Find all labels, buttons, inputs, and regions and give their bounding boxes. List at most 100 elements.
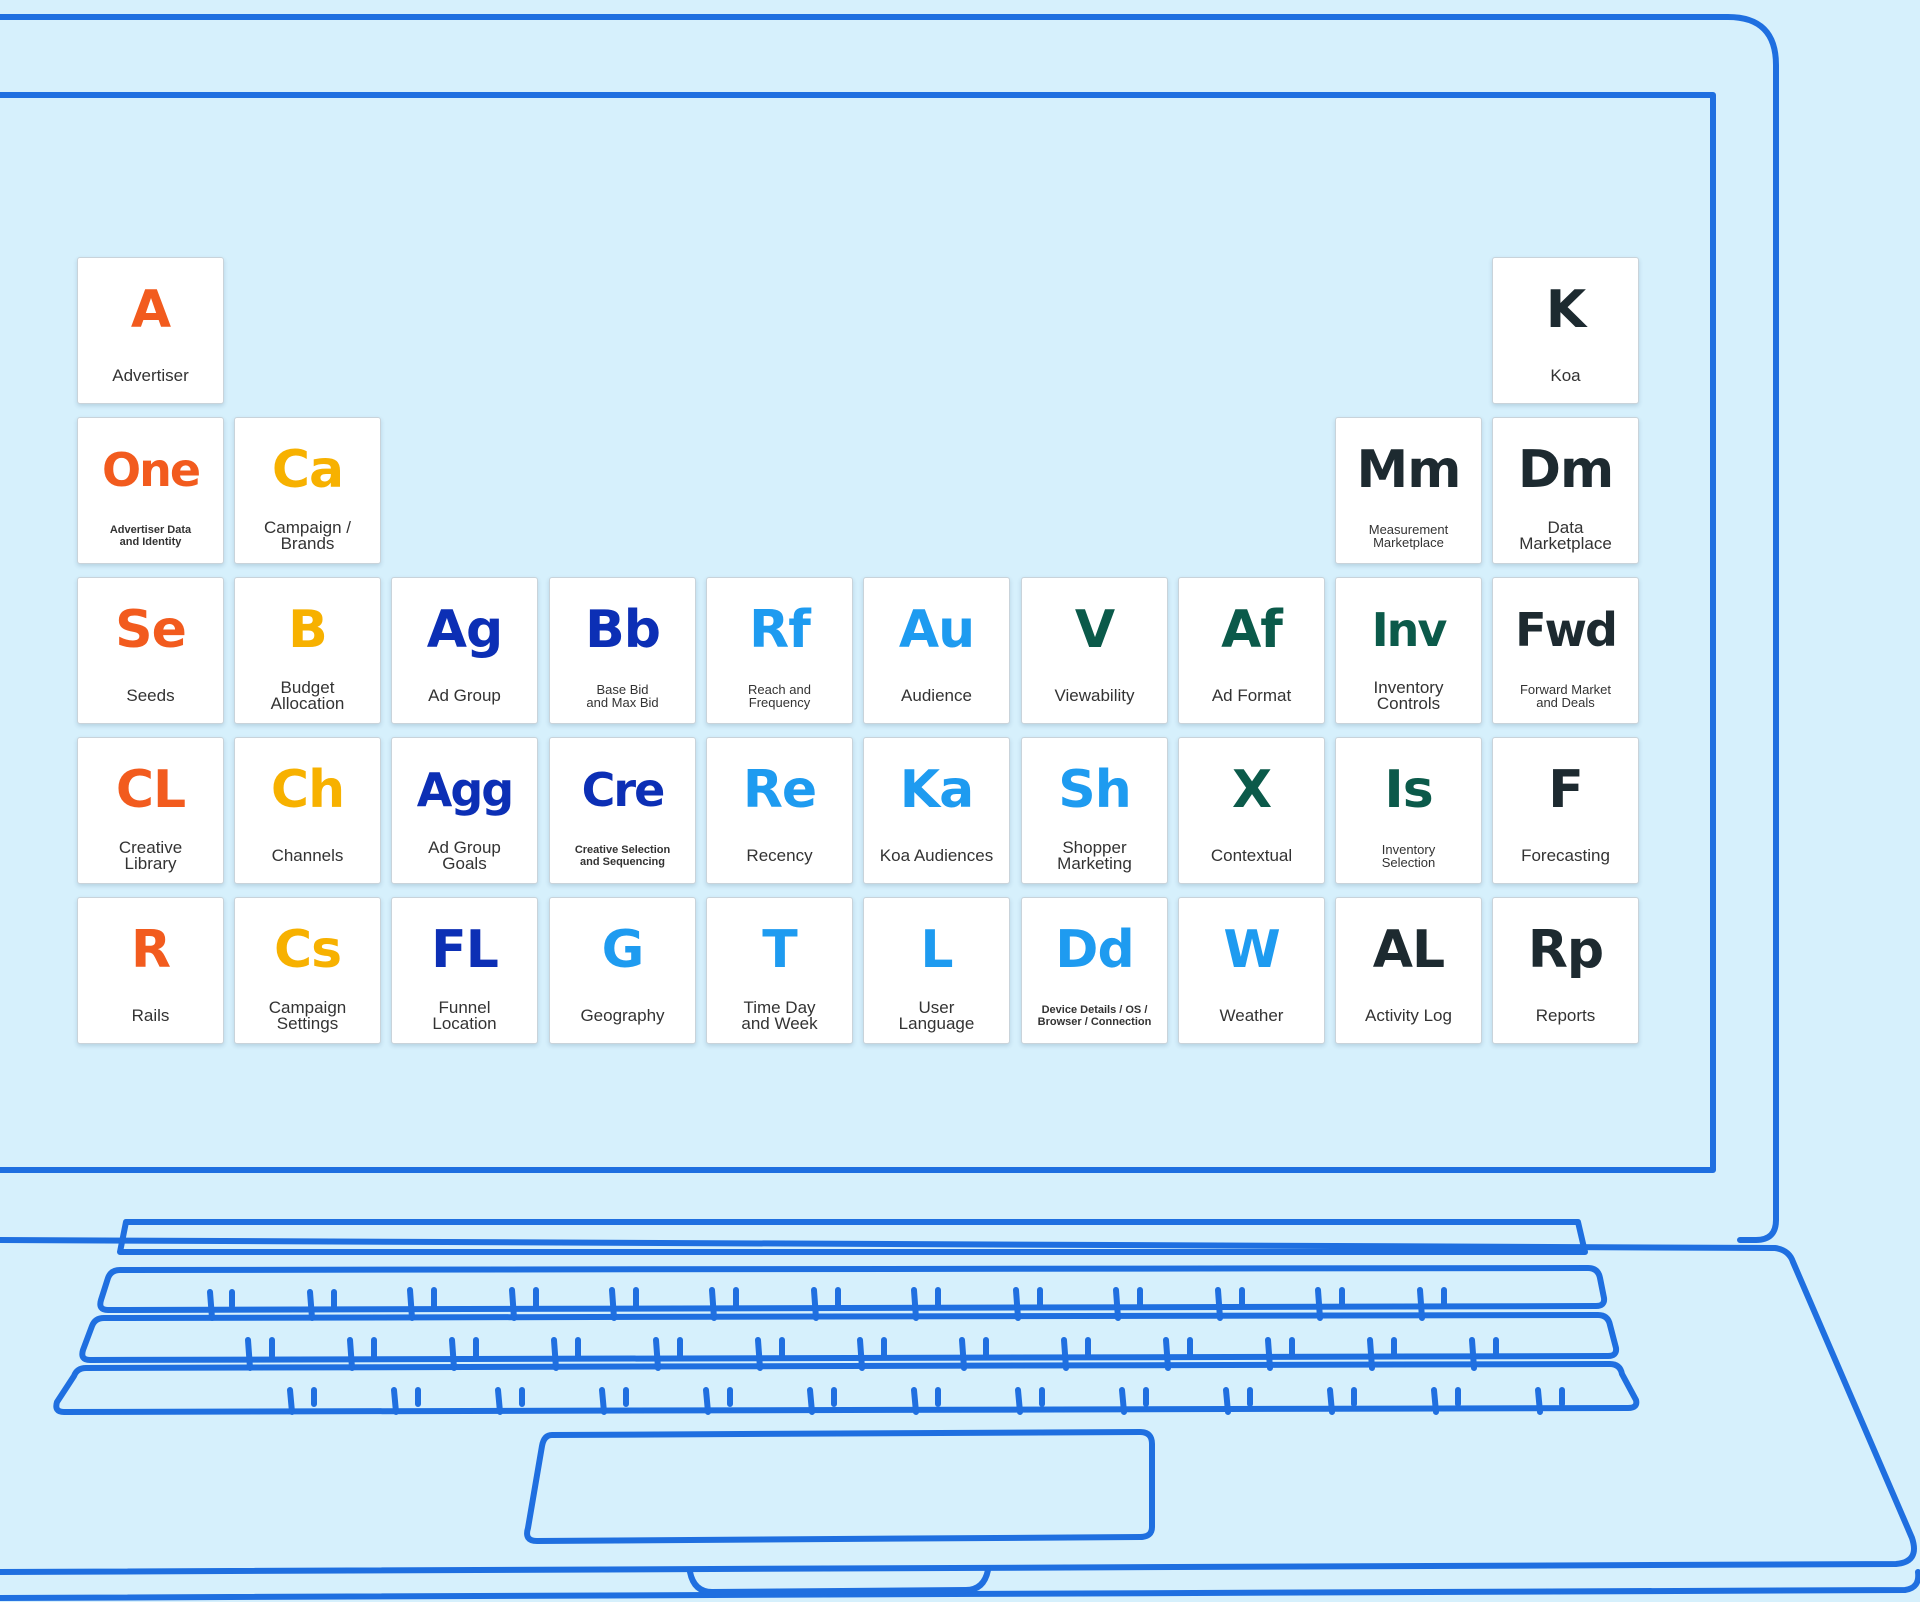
element-tile-one[interactable]: One Advertiser Data and Identity — [77, 417, 224, 564]
element-tile-fwd[interactable]: Fwd Forward Market and Deals — [1492, 577, 1639, 724]
element-tile-rf[interactable]: Rf Reach and Frequency — [706, 577, 853, 724]
element-symbol: Ag — [426, 600, 503, 660]
element-name: Forecasting — [1521, 846, 1610, 865]
element-name: Weather — [1219, 1006, 1284, 1025]
element-name: Activity Log — [1365, 1006, 1452, 1025]
element-tile-rp[interactable]: Rp Reports — [1492, 897, 1639, 1044]
element-tile-cs[interactable]: Cs Campaign Settings — [234, 897, 381, 1044]
element-symbol: Agg — [416, 763, 514, 817]
element-name: Ad Format — [1211, 686, 1292, 705]
element-symbol: G — [601, 920, 645, 980]
element-symbol: FL — [431, 920, 499, 980]
laptop-illustration: A Advertiser K Koa One Advertiser Data and Id… — [0, 0, 1920, 1602]
element-tile-g[interactable]: G Geography — [549, 897, 696, 1044]
element-name: Measurement Marketplace — [1368, 522, 1449, 550]
element-symbol: Dm — [1517, 440, 1614, 500]
element-name: Channels — [271, 846, 344, 865]
element-name: Advertiser Data and Identity — [109, 524, 192, 548]
element-symbol: K — [1545, 280, 1586, 340]
element-symbol: F — [1548, 760, 1584, 820]
element-symbol: Mm — [1356, 440, 1462, 500]
element-symbol: Fwd — [1515, 603, 1618, 657]
periodic-table: A Advertiser K Koa One Advertiser Data and Id… — [0, 0, 1920, 1602]
element-tile-ka[interactable]: Ka Koa Audiences — [863, 737, 1010, 884]
element-tile-au[interactable]: Au Audience — [863, 577, 1010, 724]
element-symbol: W — [1223, 920, 1280, 980]
element-name: Ad Group Goals — [428, 838, 501, 873]
element-symbol: X — [1231, 760, 1272, 820]
element-symbol: Se — [115, 600, 187, 660]
element-name: Ad Group — [428, 686, 501, 705]
element-name: Budget Allocation — [270, 678, 345, 713]
element-tile-x[interactable]: X Contextual — [1178, 737, 1325, 884]
element-tile-mm[interactable]: Mm Measurement Marketplace — [1335, 417, 1482, 564]
element-tile-ag[interactable]: Ag Ad Group — [391, 577, 538, 724]
element-name: Seeds — [126, 686, 175, 705]
element-tile-dd[interactable]: Dd Device Details / OS / Browser / Connec… — [1021, 897, 1168, 1044]
element-name: Inventory Controls — [1373, 678, 1444, 713]
element-tile-ca[interactable]: Ca Campaign / Brands — [234, 417, 381, 564]
element-tile-l[interactable]: L User Language — [863, 897, 1010, 1044]
element-symbol: AL — [1372, 920, 1445, 980]
element-tile-af[interactable]: Af Ad Format — [1178, 577, 1325, 724]
element-symbol: Rf — [749, 600, 811, 660]
element-name: Creative Library — [118, 838, 183, 873]
element-tile-inv[interactable]: Inv Inventory Controls — [1335, 577, 1482, 724]
element-name: Base Bid and Max Bid — [586, 682, 659, 710]
element-symbol: Cre — [581, 763, 666, 817]
element-symbol: Bb — [585, 600, 661, 660]
element-symbol: Is — [1384, 760, 1433, 820]
element-tile-agg[interactable]: Agg Ad Group Goals — [391, 737, 538, 884]
element-tile-re[interactable]: Re Recency — [706, 737, 853, 884]
element-symbol: Inv — [1371, 603, 1448, 657]
element-tile-al[interactable]: AL Activity Log — [1335, 897, 1482, 1044]
element-name: Viewability — [1054, 686, 1135, 705]
element-name: Advertiser — [112, 366, 189, 385]
element-name: Device Details / OS / Browser / Connecti… — [1037, 1004, 1152, 1028]
element-name: User Language — [898, 998, 975, 1033]
element-name: Audience — [901, 686, 972, 705]
element-tile-sh[interactable]: Sh Shopper Marketing — [1021, 737, 1168, 884]
element-tile-a[interactable]: A Advertiser — [77, 257, 224, 404]
element-tile-cl[interactable]: CL Creative Library — [77, 737, 224, 884]
element-symbol: Ka — [899, 760, 974, 820]
element-tile-k[interactable]: K Koa — [1492, 257, 1639, 404]
element-tile-is[interactable]: Is Inventory Selection — [1335, 737, 1482, 884]
element-tile-dm[interactable]: Dm Data Marketplace — [1492, 417, 1639, 564]
element-tile-f[interactable]: F Forecasting — [1492, 737, 1639, 884]
element-tile-fl[interactable]: FL Funnel Location — [391, 897, 538, 1044]
element-symbol: CL — [115, 760, 186, 820]
element-tile-v[interactable]: V Viewability — [1021, 577, 1168, 724]
element-symbol: Au — [898, 600, 975, 660]
element-name: Campaign Settings — [268, 998, 347, 1033]
element-name: Koa — [1550, 366, 1581, 385]
element-symbol: V — [1074, 600, 1115, 660]
element-symbol: Re — [742, 760, 817, 820]
element-name: Inventory Selection — [1381, 842, 1436, 870]
element-name: Contextual — [1210, 846, 1293, 865]
element-name: Reports — [1535, 1006, 1596, 1025]
element-symbol: B — [288, 600, 328, 660]
element-name: Reach and Frequency — [748, 682, 811, 710]
element-name: Forward Market and Deals — [1519, 682, 1612, 710]
element-name: Geography — [580, 1006, 665, 1025]
element-tile-r[interactable]: R Rails — [77, 897, 224, 1044]
element-name: Koa Audiences — [879, 846, 994, 865]
element-tile-w[interactable]: W Weather — [1178, 897, 1325, 1044]
element-tile-bb[interactable]: Bb Base Bid and Max Bid — [549, 577, 696, 724]
element-symbol: L — [920, 920, 953, 980]
element-tile-ch[interactable]: Ch Channels — [234, 737, 381, 884]
element-name: Funnel Location — [432, 998, 497, 1033]
element-name: Recency — [746, 846, 813, 865]
element-symbol: One — [101, 443, 201, 497]
element-name: Time Day and Week — [741, 998, 818, 1033]
element-symbol: Dd — [1055, 920, 1134, 980]
element-tile-cre[interactable]: Cre Creative Selection and Sequencing — [549, 737, 696, 884]
element-tile-t[interactable]: T Time Day and Week — [706, 897, 853, 1044]
element-tile-se[interactable]: Se Seeds — [77, 577, 224, 724]
element-name: Shopper Marketing — [1057, 838, 1132, 873]
element-name: Rails — [131, 1006, 170, 1025]
element-symbol: Cs — [273, 920, 342, 980]
element-symbol: Ca — [271, 440, 344, 500]
element-tile-b[interactable]: B Budget Allocation — [234, 577, 381, 724]
